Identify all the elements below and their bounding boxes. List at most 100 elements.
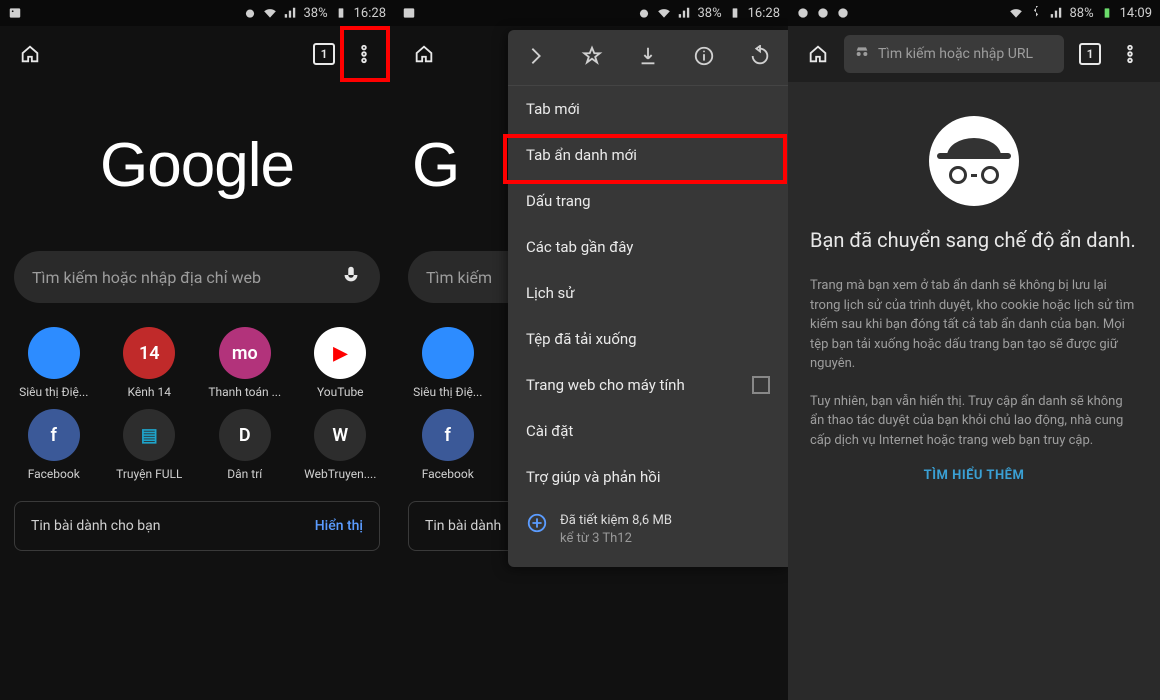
shortcut-icon: f <box>28 409 80 461</box>
shortcut-tile[interactable]: D Dân trí <box>197 409 293 481</box>
shortcut-label: Kênh 14 <box>128 385 171 399</box>
battery-percent: 38% <box>303 6 327 21</box>
shortcut-tile[interactable]: f Facebook <box>6 409 102 481</box>
menu-item-history[interactable]: Lịch sử <box>508 270 788 316</box>
shortcut-label: WebTruyen.... <box>304 467 376 481</box>
tab-count: 1 <box>1079 43 1101 65</box>
info-button[interactable] <box>693 45 715 71</box>
overflow-menu: Tab mới Tab ẩn danh mới Dấu trang Các ta… <box>508 30 788 567</box>
incognito-icon <box>854 44 870 64</box>
overflow-menu-button[interactable] <box>344 34 384 74</box>
download-button[interactable] <box>637 45 659 71</box>
shortcut-icon <box>28 327 80 379</box>
incognito-spy-icon <box>929 116 1019 206</box>
status-bar: 38% 16:28 <box>394 0 788 26</box>
shortcut-grid: Siêu thị Điệ... 14 Kênh 14 mo Thanh toán ...… <box>6 327 388 481</box>
shortcut-icon: W <box>314 409 366 461</box>
battery-icon <box>1100 6 1114 20</box>
learn-more-link[interactable]: TÌM HIỂU THÊM <box>810 468 1138 483</box>
shortcut-label: Truyện FULL <box>116 467 182 481</box>
home-button[interactable] <box>404 34 444 74</box>
shortcut-icon: 14 <box>123 327 175 379</box>
tab-switcher-button[interactable]: 1 <box>304 34 344 74</box>
menu-item-recent-tabs[interactable]: Các tab gần đây <box>508 224 788 270</box>
shortcut-icon: D <box>219 409 271 461</box>
shortcut-tile[interactable]: mo Thanh toán ... <box>197 327 293 399</box>
signal-icon <box>1049 6 1063 20</box>
feed-title: Tin bài dành cho bạn <box>31 518 315 534</box>
status-bar: 88% 14:09 <box>788 0 1160 26</box>
url-placeholder: Tìm kiếm hoặc nhập URL <box>878 46 1033 62</box>
bluetooth-icon <box>1029 6 1043 20</box>
system-icon <box>796 6 810 20</box>
menu-item-help[interactable]: Trợ giúp và phản hồi <box>508 454 788 500</box>
shortcut-tile[interactable]: Siêu thị Điệ... <box>6 327 102 399</box>
screenshot-panel-2: 38% 16:28 G Tìm kiếm Siêu thị Điệ... f F… <box>394 0 788 700</box>
shortcut-icon: ▤ <box>123 409 175 461</box>
data-saver-row[interactable]: Đã tiết kiệm 8,6 MB kể từ 3 Th12 <box>508 500 788 559</box>
articles-for-you-bar[interactable]: Tin bài dành cho bạn Hiển thị <box>14 501 380 551</box>
browser-toolbar: Tìm kiếm hoặc nhập URL 1 <box>788 26 1160 82</box>
screenshot-panel-3: 88% 14:09 Tìm kiếm hoặc nhập URL 1 Bạn đ… <box>788 0 1160 700</box>
menu-item-downloads[interactable]: Tệp đã tải xuống <box>508 316 788 362</box>
shortcut-tile[interactable]: ▤ Truyện FULL <box>102 409 198 481</box>
shortcut-label: YouTube <box>317 385 364 399</box>
incognito-paragraph: Trang mà bạn xem ở tab ẩn danh sẽ không … <box>810 276 1138 374</box>
shortcut-label: Dân trí <box>227 467 262 481</box>
incognito-title: Bạn đã chuyển sang chế độ ẩn danh. <box>810 226 1138 254</box>
menu-icon-row <box>508 30 788 86</box>
battery-icon <box>334 6 348 20</box>
battery-percent: 38% <box>697 6 721 21</box>
image-icon <box>402 6 416 20</box>
incognito-paragraph: Tuy nhiên, bạn vẫn hiển thị. Truy cập ẩn… <box>810 392 1138 451</box>
home-button[interactable] <box>798 34 838 74</box>
search-placeholder: Tìm kiếm hoặc nhập địa chỉ web <box>32 268 340 287</box>
wifi-icon <box>657 6 671 20</box>
menu-item-label: Trang web cho máy tính <box>526 376 685 394</box>
shortcut-label: Facebook <box>28 467 80 481</box>
data-saver-line2: kể từ 3 Th12 <box>560 530 672 548</box>
shortcut-tile[interactable]: 14 Kênh 14 <box>102 327 198 399</box>
forward-button[interactable] <box>525 45 547 71</box>
tab-switcher-button[interactable]: 1 <box>1070 34 1110 74</box>
url-bar[interactable]: Tìm kiếm hoặc nhập URL <box>844 35 1064 73</box>
menu-item-new-tab[interactable]: Tab mới <box>508 86 788 132</box>
data-saver-icon <box>526 512 548 534</box>
home-button[interactable] <box>10 34 50 74</box>
alarm-icon <box>243 6 257 20</box>
shortcut-label: Thanh toán ... <box>208 385 281 399</box>
desktop-site-checkbox[interactable] <box>752 376 770 394</box>
feed-show-button[interactable]: Hiển thị <box>315 518 363 534</box>
shortcut-tile[interactable]: f Facebook <box>400 409 496 481</box>
shortcut-icon: mo <box>219 327 271 379</box>
reload-button[interactable] <box>749 45 771 71</box>
search-box[interactable]: Tìm kiếm hoặc nhập địa chỉ web <box>14 251 380 303</box>
menu-item-bookmarks[interactable]: Dấu trang <box>508 178 788 224</box>
wifi-icon <box>263 6 277 20</box>
shortcut-label: Siêu thị Điệ... <box>413 385 482 399</box>
shortcut-tile[interactable]: Siêu thị Điệ... <box>400 327 496 399</box>
shortcut-label: Siêu thị Điệ... <box>19 385 88 399</box>
browser-toolbar: 1 <box>0 26 394 82</box>
clock-time: 14:09 <box>1120 6 1152 21</box>
image-icon <box>8 6 22 20</box>
data-saver-line1: Đã tiết kiệm 8,6 MB <box>560 512 672 530</box>
google-logo: Google <box>0 130 394 201</box>
tab-count: 1 <box>313 43 335 65</box>
menu-item-incognito-tab[interactable]: Tab ẩn danh mới <box>508 132 788 178</box>
shortcut-tile[interactable]: W WebTruyen.... <box>293 409 389 481</box>
wifi-icon <box>1009 6 1023 20</box>
bookmark-button[interactable] <box>581 45 603 71</box>
shortcut-tile[interactable]: ▶YouTube <box>293 327 389 399</box>
mic-icon[interactable] <box>340 264 362 290</box>
battery-percent: 88% <box>1069 6 1093 21</box>
shortcut-label: Facebook <box>422 467 474 481</box>
overflow-menu-button[interactable] <box>1110 34 1150 74</box>
alarm-icon <box>637 6 651 20</box>
menu-item-desktop-site[interactable]: Trang web cho máy tính <box>508 362 788 408</box>
clock-time: 16:28 <box>748 6 780 21</box>
menu-item-settings[interactable]: Cài đặt <box>508 408 788 454</box>
system-icon <box>836 6 850 20</box>
battery-icon <box>728 6 742 20</box>
clock-time: 16:28 <box>354 6 386 21</box>
